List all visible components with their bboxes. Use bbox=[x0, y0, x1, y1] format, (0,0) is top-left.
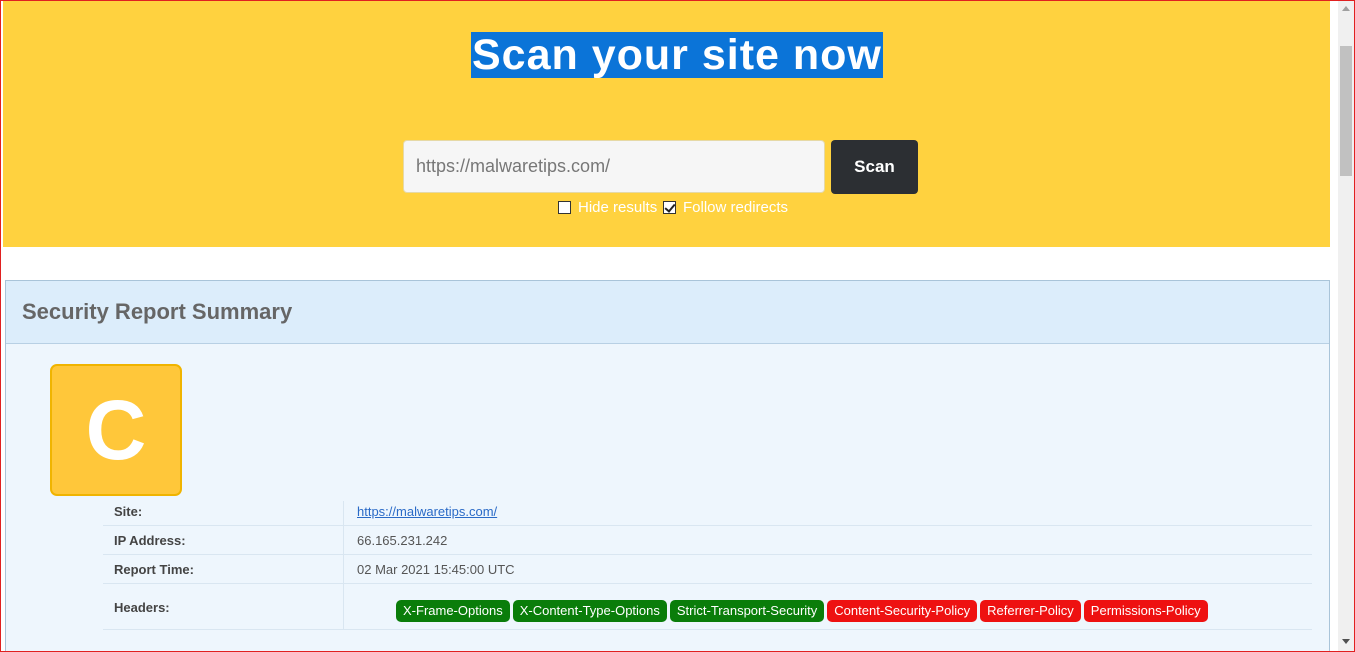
url-input[interactable] bbox=[403, 140, 825, 193]
ip-value: 66.165.231.242 bbox=[357, 533, 448, 548]
ip-label: IP Address: bbox=[114, 533, 186, 548]
grade-badge: C bbox=[50, 364, 182, 496]
vertical-scrollbar[interactable] bbox=[1338, 1, 1354, 651]
browser-viewport: Scan your site now Scan Hide results Fol… bbox=[0, 0, 1355, 652]
report-title: Security Report Summary bbox=[22, 299, 293, 324]
scroll-up-arrow-icon[interactable] bbox=[1342, 6, 1350, 11]
header-badge-x-content-type-options: X-Content-Type-Options bbox=[512, 600, 667, 622]
report-header: Security Report Summary bbox=[6, 281, 1329, 344]
site-value: https://malwaretips.com/ bbox=[357, 504, 497, 519]
headers-row: Headers: X-Frame-Options X-Content-Type-… bbox=[103, 584, 1312, 630]
scroll-thumb[interactable] bbox=[1340, 46, 1352, 176]
hero-title: Scan your site now bbox=[471, 31, 883, 79]
scan-hero: Scan your site now Scan Hide results Fol… bbox=[3, 1, 1330, 247]
report-time-label: Report Time: bbox=[114, 562, 194, 577]
header-badge-permissions-policy: Permissions-Policy bbox=[1083, 600, 1208, 622]
security-report-panel: Security Report Summary C Site: https://… bbox=[5, 280, 1330, 651]
site-row: Site: https://malwaretips.com/ bbox=[103, 501, 1312, 526]
header-badge-x-frame-options: X-Frame-Options bbox=[396, 600, 510, 622]
report-time-value: 02 Mar 2021 15:45:00 UTC bbox=[357, 562, 515, 577]
header-badge-strict-transport-security: Strict-Transport-Security bbox=[669, 600, 825, 622]
site-link[interactable]: https://malwaretips.com/ bbox=[357, 504, 497, 519]
header-badge-referrer-policy: Referrer-Policy bbox=[980, 600, 1081, 622]
follow-redirects-option[interactable]: Follow redirects bbox=[663, 198, 788, 216]
row-divider bbox=[343, 584, 344, 629]
site-label: Site: bbox=[114, 504, 143, 519]
scroll-down-arrow-icon[interactable] bbox=[1342, 639, 1350, 644]
row-divider bbox=[343, 526, 344, 554]
row-divider bbox=[343, 555, 344, 583]
report-time-row: Report Time: 02 Mar 2021 15:45:00 UTC bbox=[103, 555, 1312, 584]
header-badge-content-security-policy: Content-Security-Policy bbox=[827, 600, 978, 622]
hide-results-checkbox[interactable] bbox=[558, 200, 571, 214]
follow-redirects-label: Follow redirects bbox=[683, 198, 789, 216]
follow-redirects-checkbox[interactable] bbox=[663, 200, 676, 214]
header-badges: X-Frame-Options X-Content-Type-Options S… bbox=[396, 600, 1208, 622]
hide-results-option[interactable]: Hide results bbox=[558, 198, 657, 216]
headers-label: Headers: bbox=[114, 600, 170, 615]
hide-results-label: Hide results bbox=[578, 198, 658, 216]
row-divider bbox=[343, 501, 344, 525]
ip-row: IP Address: 66.165.231.242 bbox=[103, 526, 1312, 555]
scan-button[interactable]: Scan bbox=[831, 140, 918, 194]
